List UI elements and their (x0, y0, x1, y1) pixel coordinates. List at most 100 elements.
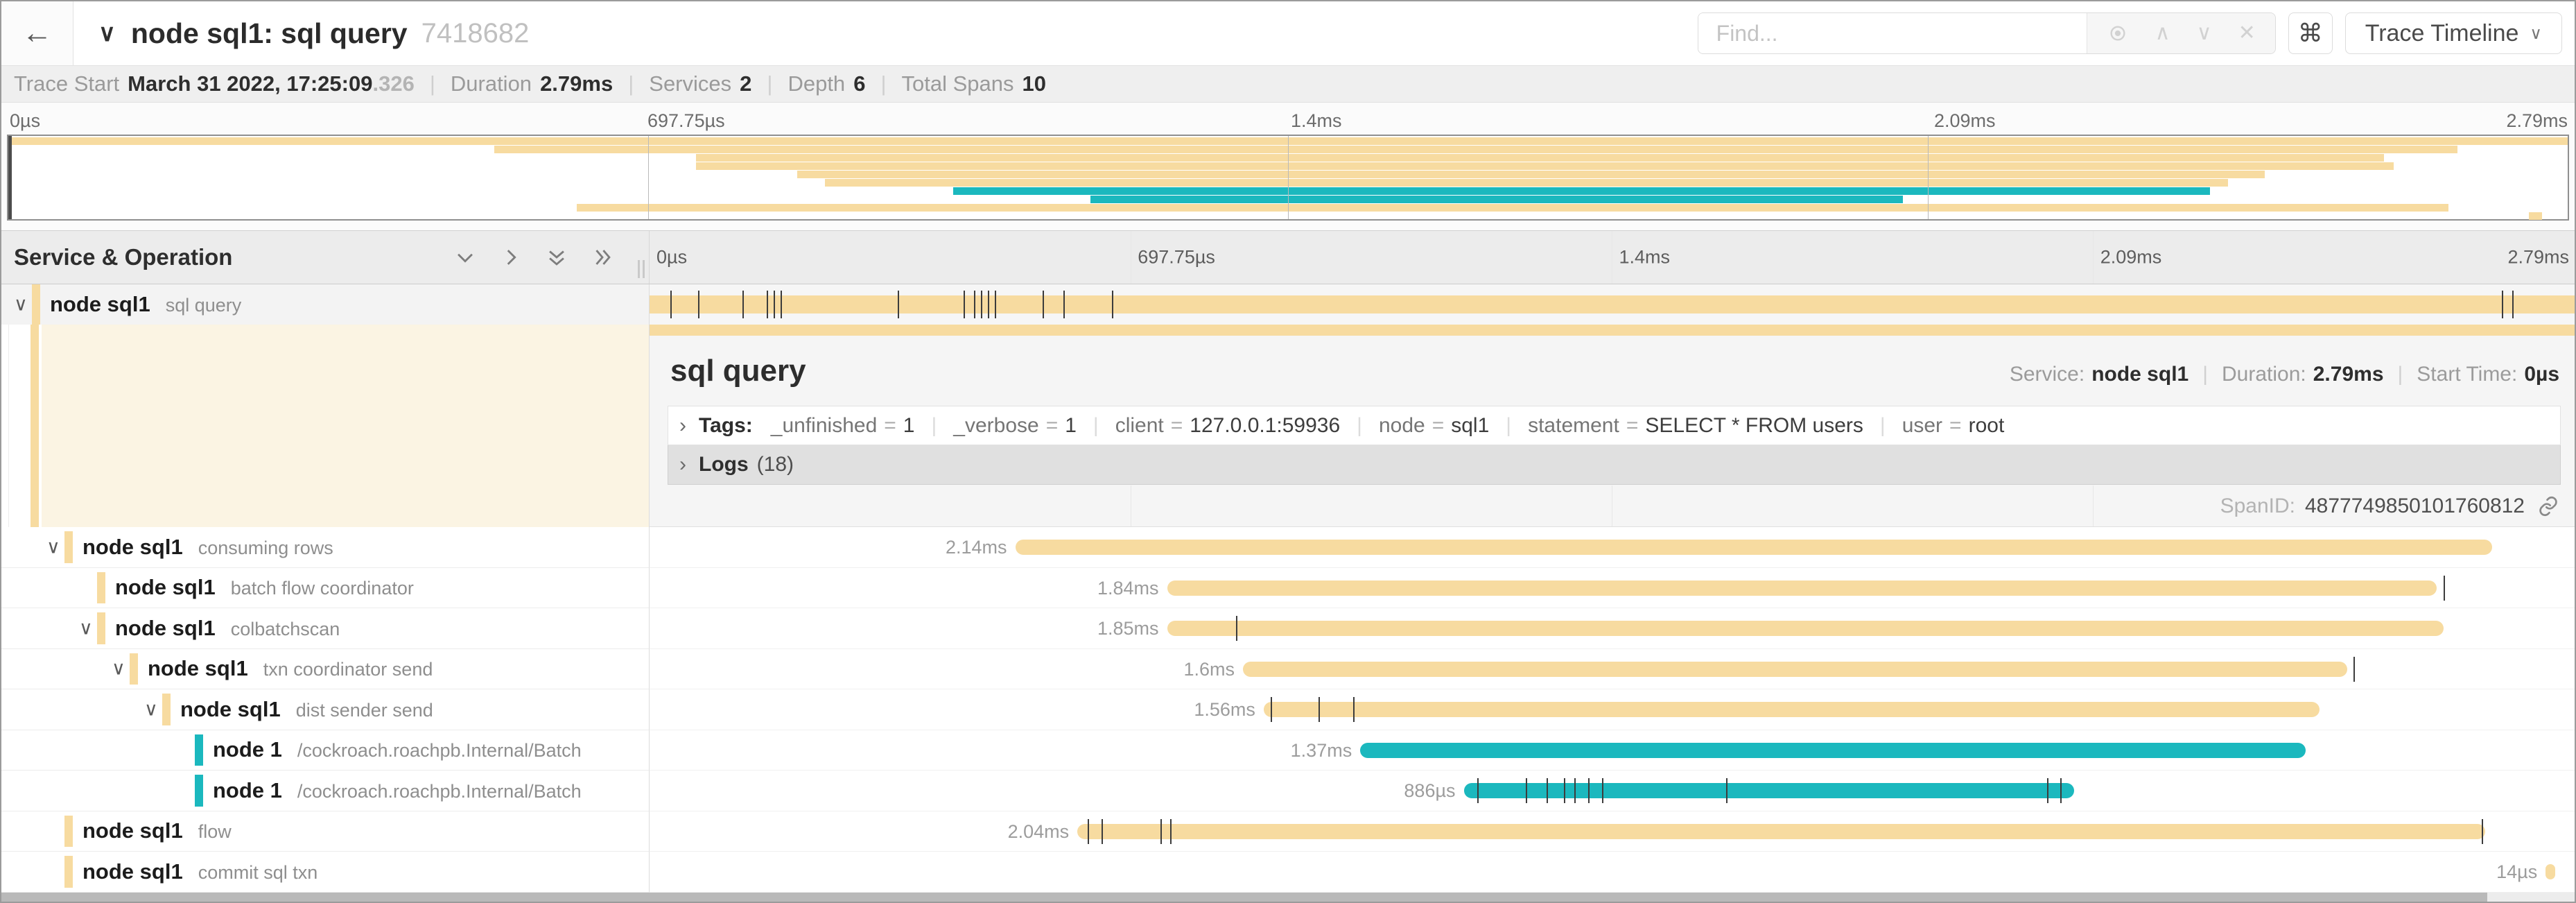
tree-row-cockroach-roachpb-internal-batch[interactable]: node 1/cockroach.roachpb.Internal/Batch (1, 771, 650, 811)
keyboard-shortcuts-button[interactable]: ⌘ (2288, 12, 2333, 54)
log-marker-tick[interactable] (1588, 778, 1590, 803)
log-marker-tick[interactable] (1236, 616, 1237, 641)
log-marker-tick[interactable] (1112, 291, 1113, 318)
next-match-icon[interactable]: ∨ (2197, 23, 2212, 44)
span-bar[interactable] (1016, 540, 2492, 555)
tree-row-colbatchscan[interactable]: ∨node sql1colbatchscan (1, 608, 650, 649)
log-marker-tick[interactable] (1602, 778, 1603, 803)
panel-resize-grip[interactable] (638, 260, 645, 278)
tree-chevron-down-icon[interactable]: ∨ (112, 658, 125, 680)
timeline-row-sql-query[interactable] (650, 284, 2575, 325)
log-marker-tick[interactable] (1353, 697, 1355, 722)
log-marker-tick[interactable] (964, 291, 965, 318)
locate-match-icon[interactable] (2107, 22, 2129, 44)
log-marker-tick[interactable] (1726, 778, 1728, 803)
span-bar[interactable] (1167, 580, 2437, 596)
timeline-row-txn-coordinator-send[interactable]: 1.6ms (650, 649, 2575, 690)
expand-all-icon[interactable] (588, 243, 617, 272)
log-marker-tick[interactable] (974, 291, 975, 318)
log-marker-tick[interactable] (767, 291, 768, 318)
span-bar[interactable] (650, 295, 2575, 313)
log-marker-tick[interactable] (698, 291, 699, 318)
log-marker-tick[interactable] (1477, 778, 1479, 803)
expand-one-level-icon[interactable] (496, 243, 525, 272)
horizontal-scrollbar-thumb[interactable] (1, 893, 2487, 902)
log-marker-tick[interactable] (1526, 778, 1527, 803)
minimap-viewport-left-handle[interactable] (8, 136, 12, 219)
logs-accordion[interactable]: › Logs (18) (668, 445, 2561, 485)
tree-chevron-down-icon[interactable]: ∨ (14, 294, 28, 316)
span-bar[interactable] (2545, 864, 2555, 879)
tree-row-cockroach-roachpb-internal-batch[interactable]: node 1/cockroach.roachpb.Internal/Batch (1, 730, 650, 771)
log-marker-tick[interactable] (1271, 697, 1272, 722)
tree-chevron-down-icon[interactable]: ∨ (79, 617, 93, 639)
log-marker-tick[interactable] (1088, 819, 1089, 844)
log-marker-tick[interactable] (1063, 291, 1065, 318)
tree-row-consuming-rows[interactable]: ∨node sql1consuming rows (1, 527, 650, 568)
log-marker-tick[interactable] (2502, 291, 2503, 318)
tree-chevron-down-icon[interactable]: ∨ (46, 536, 60, 558)
log-marker-tick[interactable] (2512, 291, 2514, 318)
log-marker-tick[interactable] (1319, 697, 1320, 722)
find-input[interactable] (1698, 13, 2087, 53)
tree-collapse-controls (451, 243, 617, 272)
log-marker-tick[interactable] (1102, 819, 1103, 844)
log-marker-tick[interactable] (781, 291, 782, 318)
tree-row-txn-coordinator-send[interactable]: ∨node sql1txn coordinator send (1, 649, 650, 690)
log-marker-tick[interactable] (2060, 778, 2062, 803)
trace-view-selector-button[interactable]: Trace Timeline ∨ (2345, 12, 2562, 54)
tree-row-batch-flow-coordinator[interactable]: node sql1batch flow coordinator (1, 568, 650, 609)
minimap-canvas[interactable] (7, 135, 2569, 221)
log-marker-tick[interactable] (2353, 657, 2355, 682)
log-marker-tick[interactable] (2047, 778, 2048, 803)
log-marker-tick[interactable] (1574, 778, 1576, 803)
timeline-row-cockroach-roachpb-internal-batch[interactable]: 886µs (650, 771, 2575, 811)
log-marker-tick[interactable] (995, 291, 996, 318)
tree-chevron-down-icon[interactable]: ∨ (144, 698, 158, 720)
span-bar[interactable] (1077, 824, 2484, 839)
service-color-bar (64, 531, 73, 563)
log-marker-tick[interactable] (1160, 819, 1162, 844)
log-marker-tick[interactable] (1170, 819, 1172, 844)
log-marker-tick[interactable] (1547, 778, 1548, 803)
log-marker-tick[interactable] (981, 291, 982, 318)
log-marker-tick[interactable] (2482, 819, 2483, 844)
timeline-row-flow[interactable]: 2.04ms (650, 811, 2575, 852)
log-marker-tick[interactable] (774, 291, 775, 318)
collapse-all-icon[interactable] (542, 243, 571, 272)
tree-row-sql-query[interactable]: ∨node sql1sql query (1, 284, 650, 325)
link-icon[interactable] (2537, 495, 2559, 517)
timeline-row-batch-flow-coordinator[interactable]: 1.84ms (650, 568, 2575, 609)
span-bar[interactable] (1464, 783, 2075, 798)
tree-row-flow[interactable]: node sql1flow (1, 811, 650, 852)
timeline-row-cockroach-roachpb-internal-batch[interactable]: 1.37ms (650, 730, 2575, 771)
span-bar[interactable] (1243, 662, 2347, 677)
timeline-row-commit-sql-txn[interactable]: 14µs (650, 852, 2575, 893)
span-bar[interactable] (1264, 702, 2320, 717)
tag-equals: = (1626, 414, 1639, 438)
back-button[interactable]: ← (1, 1, 73, 65)
timeline-row-dist-sender-send[interactable]: 1.56ms (650, 689, 2575, 730)
span-bar[interactable] (1360, 743, 2306, 758)
log-marker-tick[interactable] (898, 291, 899, 318)
tree-row-dist-sender-send[interactable]: ∨node sql1dist sender send (1, 689, 650, 730)
log-marker-tick[interactable] (1043, 291, 1044, 318)
timeline-row-colbatchscan[interactable]: 1.85ms (650, 608, 2575, 649)
tree-row-commit-sql-txn[interactable]: node sql1commit sql txn (1, 852, 650, 893)
collapse-trace-chevron-icon[interactable]: ∨ (98, 19, 116, 47)
span-row-consuming-rows: ∨node sql1consuming rows2.14ms (1, 527, 2575, 568)
horizontal-scrollbar[interactable] (1, 893, 2575, 902)
log-marker-tick[interactable] (988, 291, 989, 318)
tags-accordion[interactable]: › Tags: _unfinished=1|_verbose=1|client=… (668, 406, 2561, 445)
clear-search-icon[interactable]: ✕ (2238, 23, 2256, 44)
timeline-row-consuming-rows[interactable]: 2.14ms (650, 527, 2575, 568)
previous-match-icon[interactable]: ∧ (2155, 23, 2170, 44)
span-detail-meta: Service:node sql1 | Duration:2.79ms | St… (2010, 363, 2559, 386)
log-marker-tick[interactable] (742, 291, 744, 318)
span-bar[interactable] (1167, 621, 2444, 636)
log-marker-tick[interactable] (2444, 576, 2445, 601)
collapse-one-level-icon[interactable] (451, 243, 480, 272)
log-marker-tick[interactable] (670, 291, 672, 318)
log-marker-tick[interactable] (1564, 778, 1565, 803)
service-color-bar (195, 734, 203, 766)
